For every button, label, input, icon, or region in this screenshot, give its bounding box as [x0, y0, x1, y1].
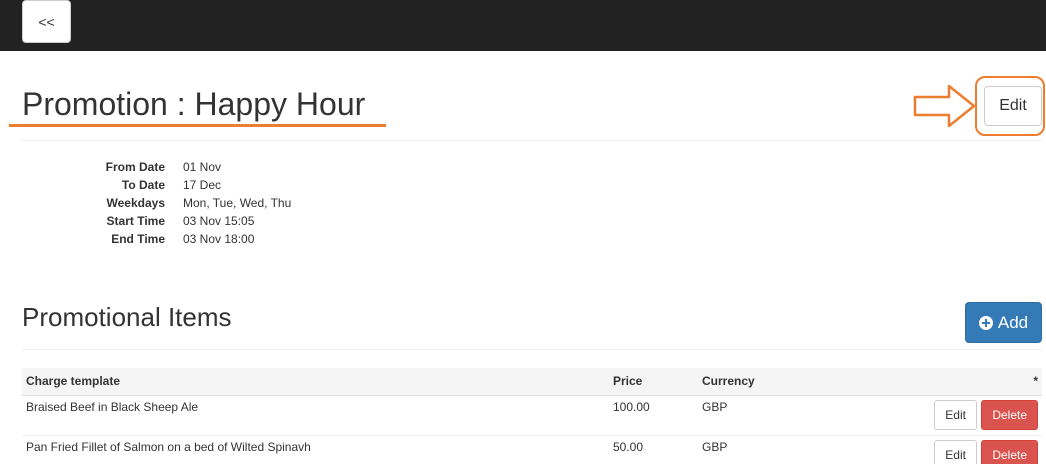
cell-price: 50.00: [609, 435, 698, 464]
detail-label: End Time: [111, 232, 165, 246]
annotation-arrow-icon: [913, 84, 976, 128]
cell-currency: GBP: [698, 395, 858, 436]
section-title: Promotional Items: [22, 302, 232, 332]
top-navbar: <<: [0, 0, 1046, 51]
detail-row-weekdays: Weekdays Mon, Tue, Wed, Thu: [60, 194, 292, 212]
page-title: Promotion : Happy Hour: [22, 86, 366, 122]
annotation-underline: [9, 124, 386, 127]
back-button[interactable]: <<: [22, 0, 71, 43]
cell-currency: GBP: [698, 435, 858, 464]
detail-row-start-time: Start Time 03 Nov 15:05: [60, 212, 291, 230]
detail-row-from-date: From Date 01 Nov: [60, 158, 291, 176]
plus-circle-icon: [978, 315, 993, 330]
detail-row-to-date: To Date 17 Dec: [60, 176, 291, 194]
cell-charge-template: Braised Beef in Black Sheep Ale: [22, 395, 609, 436]
table-header-row: Charge template Price Currency *: [22, 368, 1042, 396]
detail-value: Mon, Tue, Wed, Thu: [183, 196, 292, 210]
column-header-charge-template[interactable]: Charge template: [22, 368, 609, 396]
detail-label: To Date: [121, 178, 165, 192]
detail-value: 03 Nov 15:05: [183, 214, 255, 228]
detail-label: Start Time: [106, 214, 165, 228]
promotional-items-table: Charge template Price Currency * Braised…: [22, 368, 1042, 464]
detail-label: From Date: [105, 160, 165, 174]
column-header-price[interactable]: Price: [609, 368, 698, 396]
section-divider: [22, 349, 1042, 350]
column-header-currency[interactable]: Currency: [698, 368, 858, 396]
header-divider: [22, 140, 1042, 141]
cell-actions: Edit Delete: [858, 435, 1042, 464]
table-row: Braised Beef in Black Sheep Ale 100.00 G…: [22, 395, 1042, 436]
column-header-actions: *: [858, 368, 1042, 396]
delete-row-button[interactable]: Delete: [981, 400, 1038, 430]
detail-label: Weekdays: [106, 196, 165, 210]
edit-row-button[interactable]: Edit: [934, 440, 977, 464]
add-button-label: Add: [997, 312, 1029, 332]
cell-charge-template: Pan Fried Fillet of Salmon on a bed of W…: [22, 435, 609, 464]
detail-value: 01 Nov: [183, 160, 222, 174]
promotion-details: From Date 01 Nov To Date 17 Dec Weekdays Mo…: [60, 158, 292, 248]
add-item-button[interactable]: Add: [965, 302, 1042, 343]
table-row: Pan Fried Fillet of Salmon on a bed of W…: [22, 435, 1042, 464]
detail-value: 03 Nov 18:00: [183, 232, 255, 246]
detail-value: 17 Dec: [183, 178, 222, 192]
edit-row-button[interactable]: Edit: [934, 400, 977, 430]
delete-row-button[interactable]: Delete: [981, 440, 1038, 464]
cell-price: 100.00: [609, 395, 698, 436]
detail-row-end-time: End Time 03 Nov 18:00: [60, 230, 291, 248]
cell-actions: Edit Delete: [858, 395, 1042, 436]
edit-promotion-button[interactable]: Edit: [984, 86, 1042, 126]
